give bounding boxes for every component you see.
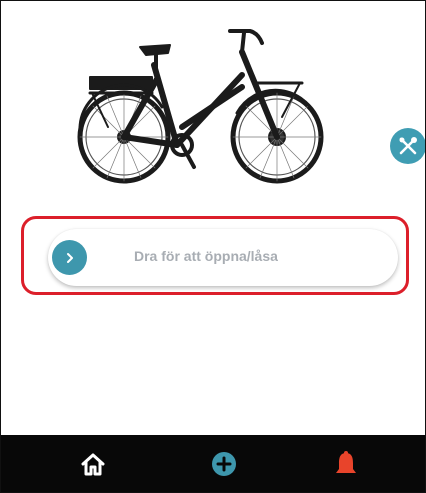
slider-handle[interactable]	[52, 240, 87, 275]
slider-label: Dra för att öppna/låsa	[134, 248, 278, 264]
nav-alerts-button[interactable]	[331, 449, 361, 479]
app-screen: Dra för att öppna/låsa	[0, 0, 426, 493]
home-icon	[81, 453, 105, 476]
chevron-right-icon	[66, 252, 73, 263]
nav-home-button[interactable]	[78, 449, 108, 479]
bell-icon	[336, 451, 356, 473]
add-circle-icon	[212, 452, 236, 476]
unlock-slider[interactable]: Dra för att öppna/låsa	[48, 229, 398, 286]
bottom-navigation	[1, 435, 425, 492]
tools-icon	[399, 137, 417, 155]
tools-button[interactable]	[390, 128, 425, 164]
nav-add-button[interactable]	[209, 449, 239, 479]
e-bike-image	[77, 29, 324, 184]
